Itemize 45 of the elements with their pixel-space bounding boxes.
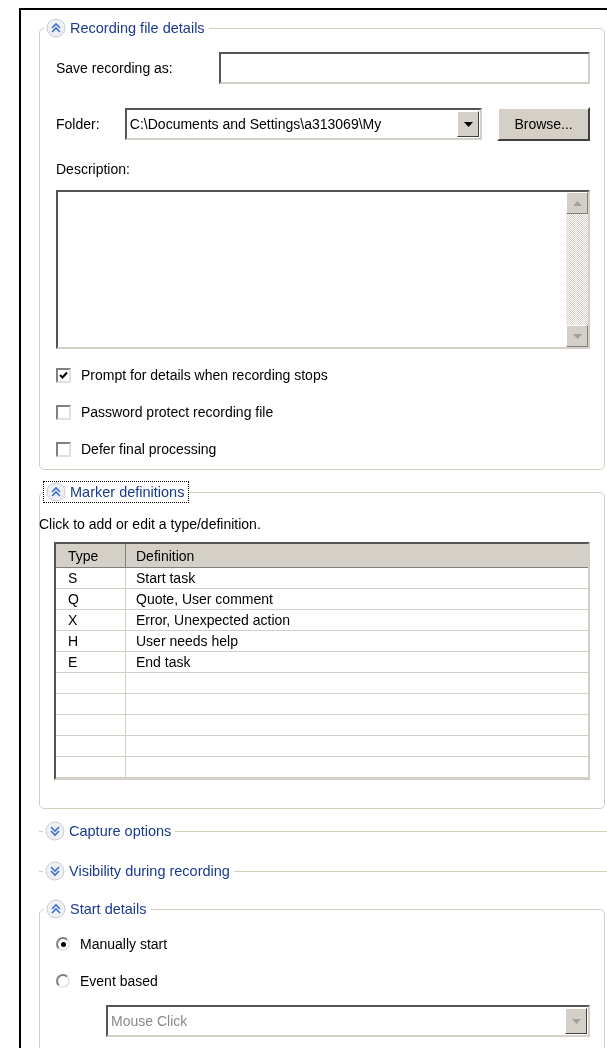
- checkbox-label[interactable]: Prompt for details when recording stops: [81, 365, 328, 385]
- table-cell: E: [56, 652, 126, 672]
- dropdown-arrow-icon: [571, 1018, 581, 1024]
- table-cell-text: User needs help: [135, 632, 239, 651]
- checkbox[interactable]: [56, 367, 71, 383]
- checkbox-label[interactable]: Defer final processing: [81, 439, 217, 459]
- field-label: Description:: [56, 160, 131, 179]
- chevron-up-icon[interactable]: [46, 899, 66, 919]
- table-cell: X: [56, 610, 126, 630]
- section-title[interactable]: Visibility during recording: [69, 861, 230, 881]
- radio-label[interactable]: Event based: [80, 971, 158, 991]
- radio-button[interactable]: [56, 937, 70, 951]
- checkbox[interactable]: [56, 404, 71, 420]
- folder-dropdown[interactable]: C:\Documents and Settings\a313069\My: [124, 108, 483, 140]
- save-as-field[interactable]: [219, 52, 590, 84]
- table-cell-text: Error, Unexpected action: [135, 611, 292, 630]
- field-label: Folder:: [56, 116, 101, 132]
- table-cell-text: Start task: [135, 569, 197, 588]
- column-header[interactable]: Definition: [126, 544, 588, 567]
- section-title[interactable]: Capture options: [69, 821, 172, 841]
- checkbox[interactable]: [56, 441, 71, 457]
- chevron-up-icon[interactable]: [46, 482, 66, 502]
- checkbox-label[interactable]: Password protect recording file: [81, 402, 274, 422]
- description-field[interactable]: [56, 190, 590, 349]
- chevron-down-icon[interactable]: [45, 821, 65, 841]
- marker-table[interactable]: Type Definition S Start task Q Quote, User comment X Error, Unexpected action H User needs help E End task: [54, 542, 590, 780]
- table-cell-text: End task: [135, 653, 192, 672]
- section-title[interactable]: Start details: [70, 899, 147, 919]
- table-cell: S: [56, 568, 126, 588]
- chevron-up-icon[interactable]: [46, 18, 66, 38]
- radio-button[interactable]: [56, 974, 70, 988]
- table-cell: H: [56, 631, 126, 651]
- field-label: Save recording as:: [56, 60, 174, 76]
- chevron-down-icon[interactable]: [45, 861, 65, 881]
- browse-button[interactable]: Browse...: [497, 107, 590, 141]
- section-title[interactable]: Recording file details: [70, 18, 205, 38]
- dropdown-arrow-icon: [463, 121, 473, 127]
- table-cell-text: Quote, User comment: [135, 590, 274, 609]
- column-header[interactable]: Type: [56, 544, 126, 567]
- checkmark-icon: [59, 370, 68, 380]
- radio-label[interactable]: Manually start: [80, 934, 168, 954]
- table-cell: Q: [56, 589, 126, 609]
- section-title[interactable]: Marker definitions: [70, 482, 185, 502]
- section-header[interactable]: Marker definitions: [44, 482, 189, 502]
- hint-text: Click to add or edit a type/definition.: [39, 515, 262, 534]
